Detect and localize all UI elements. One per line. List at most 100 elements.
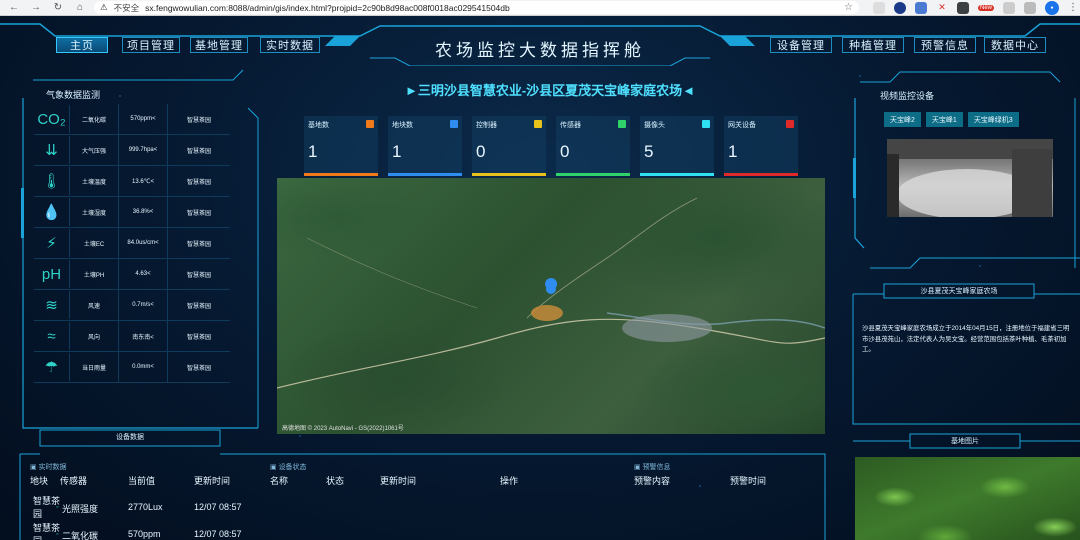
extension-doc-icon[interactable] [914, 1, 927, 14]
browser-toolbar: ← → ↻ ⌂ ⚠ 不安全 sx.fengwowulian.com:8088/a… [0, 0, 1080, 16]
weather-metric-name: 风向 [87, 334, 100, 341]
weather-location: 智慧茶园 [186, 148, 211, 155]
col-alert-time: 预警时间 [730, 476, 767, 486]
stat-color-bar [472, 173, 546, 176]
stat-icon [786, 120, 794, 128]
profile-avatar[interactable]: ● [1045, 0, 1059, 15]
video-tab-3[interactable]: 天宝峰绿机3 [967, 112, 1019, 127]
weather-row: 🌡 土壤温度 13.6℃< 智慧茶园 [34, 166, 230, 197]
weather-metric-value: 南东南< [118, 321, 168, 351]
weather-location: 智慧茶园 [186, 210, 211, 217]
nav-data-center[interactable]: 数据中心 [984, 37, 1046, 53]
col-status: 状态 [326, 476, 345, 486]
sidebar-icon[interactable] [1024, 1, 1036, 14]
reload-icon[interactable]: ↻ [52, 2, 64, 13]
pressure-icon: ⇊ [34, 136, 70, 164]
weather-metric-name: 大气压强 [81, 148, 106, 155]
forward-icon[interactable]: → [30, 2, 42, 13]
stat-color-bar [640, 173, 714, 176]
stat-color-bar [304, 173, 378, 176]
new-badge[interactable]: New [977, 4, 994, 11]
satellite-map[interactable]: 高德地图 © 2023 AutoNavi - GS(2022)1061号 [277, 178, 825, 434]
video-tab-1[interactable]: 天宝峰2 [884, 112, 921, 127]
address-bar[interactable]: ⚠ 不安全 sx.fengwowulian.com:8088/admin/gis… [94, 1, 859, 14]
stat-value: 0 [476, 142, 486, 161]
warning-icon[interactable]: ⚠ [100, 2, 108, 13]
stat-label: 控制器 [476, 122, 497, 129]
weather-metric-name: 土壤PH [83, 272, 105, 279]
bookmark-star-icon[interactable]: ☆ [844, 2, 853, 13]
extension-translate-icon[interactable] [956, 1, 969, 14]
stat-icon [618, 120, 626, 128]
extension-check-icon[interactable] [893, 1, 906, 14]
stat-value: 0 [560, 142, 570, 161]
stat-value: 5 [644, 142, 654, 161]
stat-value: 1 [728, 142, 738, 161]
about-text: 沙县夏茂天宝峰家庭农场成立于2014年04月15日，注册地位于福建省三明市沙县茂… [862, 325, 1070, 353]
weather-location: 智慧茶园 [186, 272, 211, 279]
col-operation: 操作 [500, 476, 519, 486]
weather-location: 智慧茶园 [186, 365, 211, 372]
stat-color-bar [388, 173, 462, 176]
nav-home[interactable]: 主页 [56, 37, 108, 53]
device-time: 12/07 08:57 [194, 529, 242, 539]
nav-bases[interactable]: 基地管理 [190, 37, 248, 53]
weather-row: pH 土壤PH 4.63< 智慧茶园 [34, 259, 230, 290]
stat-label: 传感器 [560, 122, 581, 129]
nav-realtime[interactable]: 实时数据 [260, 37, 320, 53]
insecure-label[interactable]: 不安全 [114, 2, 140, 14]
weather-row: ≋ 风速 0.7m/s< 智慧茶园 [34, 290, 230, 321]
extension-icon[interactable] [872, 1, 885, 14]
url-text[interactable]: sx.fengwowulian.com:8088/admin/gis/index… [145, 3, 510, 13]
camera-feed[interactable] [887, 139, 1053, 217]
stat-card[interactable]: 传感器 0 [556, 116, 630, 176]
weather-location: 智慧茶园 [186, 117, 211, 124]
sensor-bullet-icon: ◦ [56, 531, 59, 538]
col-sensor: 传感器 [60, 476, 88, 486]
stat-icon [702, 120, 710, 128]
realtime-section-label: ▣ 实时数据 [30, 464, 67, 471]
stat-card[interactable]: 地块数 1 [388, 116, 462, 176]
col-name: 名称 [270, 476, 289, 486]
col-plot: 地块 [30, 476, 49, 486]
weather-metric-value: 13.6℃< [118, 166, 168, 196]
menu-dots-icon[interactable]: ⋮ [1068, 2, 1080, 14]
sensor-bullet-icon: ◦ [56, 504, 59, 511]
stat-color-bar [556, 173, 630, 176]
weather-metric-name: 土壤温度 [81, 179, 106, 186]
plot-photo [855, 457, 1080, 540]
stat-card[interactable]: 基地数 1 [304, 116, 378, 176]
ph-icon: pH [34, 260, 70, 288]
stat-card[interactable]: 控制器 0 [472, 116, 546, 176]
nav-planting[interactable]: 种植管理 [842, 37, 904, 53]
extension-x-icon[interactable]: ✕ [936, 2, 948, 14]
stat-card[interactable]: 摄像头 5 [640, 116, 714, 176]
weather-row: 💧 土壤湿度 36.8%< 智慧茶园 [34, 197, 230, 228]
video-tab-2[interactable]: 天宝峰1 [925, 112, 963, 127]
humidity-icon: 💧 [34, 198, 70, 226]
nav-projects[interactable]: 项目管理 [122, 37, 180, 53]
about-panel-title: 沙县夏茂天宝峰家庭农场 [920, 288, 998, 295]
home-icon[interactable]: ⌂ [74, 2, 86, 13]
stat-color-bar [724, 173, 798, 176]
col-status-update-time: 更新时间 [380, 476, 417, 486]
video-tabs: 天宝峰2 天宝峰1 天宝峰绿机3 [884, 112, 1019, 127]
thermometer-icon: 🌡 [34, 167, 70, 195]
weather-row: ⇊ 大气压强 999.7hpa< 智慧茶园 [34, 135, 230, 166]
back-icon[interactable]: ← [8, 2, 20, 13]
stat-card[interactable]: 网关设备 1 [724, 116, 798, 176]
farm-name: ►三明沙县智慧农业-沙县区夏茂天宝峰家庭农场◄ [404, 83, 696, 98]
status-section-label: ▣ 设备状态 [270, 464, 307, 471]
weather-metric-value: 4.63< [118, 259, 168, 289]
nav-devices[interactable]: 设备管理 [770, 37, 832, 53]
extensions-puzzle-icon[interactable] [1003, 1, 1015, 14]
device-panel-title: 设备数据 [116, 434, 144, 441]
device-plot: 智慧茶园 [33, 496, 61, 519]
nav-alerts[interactable]: 预警信息 [914, 37, 976, 53]
weather-metric-name: 当日雨量 [81, 365, 106, 372]
weather-metric-value: 570ppm< [118, 104, 168, 134]
weather-row: CO₂ 二氧化碳 570ppm< 智慧茶园 [34, 104, 230, 135]
map-location-pin[interactable] [546, 284, 556, 294]
weather-metric-name: 土壤EC [83, 241, 105, 248]
camera-feed-image [887, 139, 1053, 217]
